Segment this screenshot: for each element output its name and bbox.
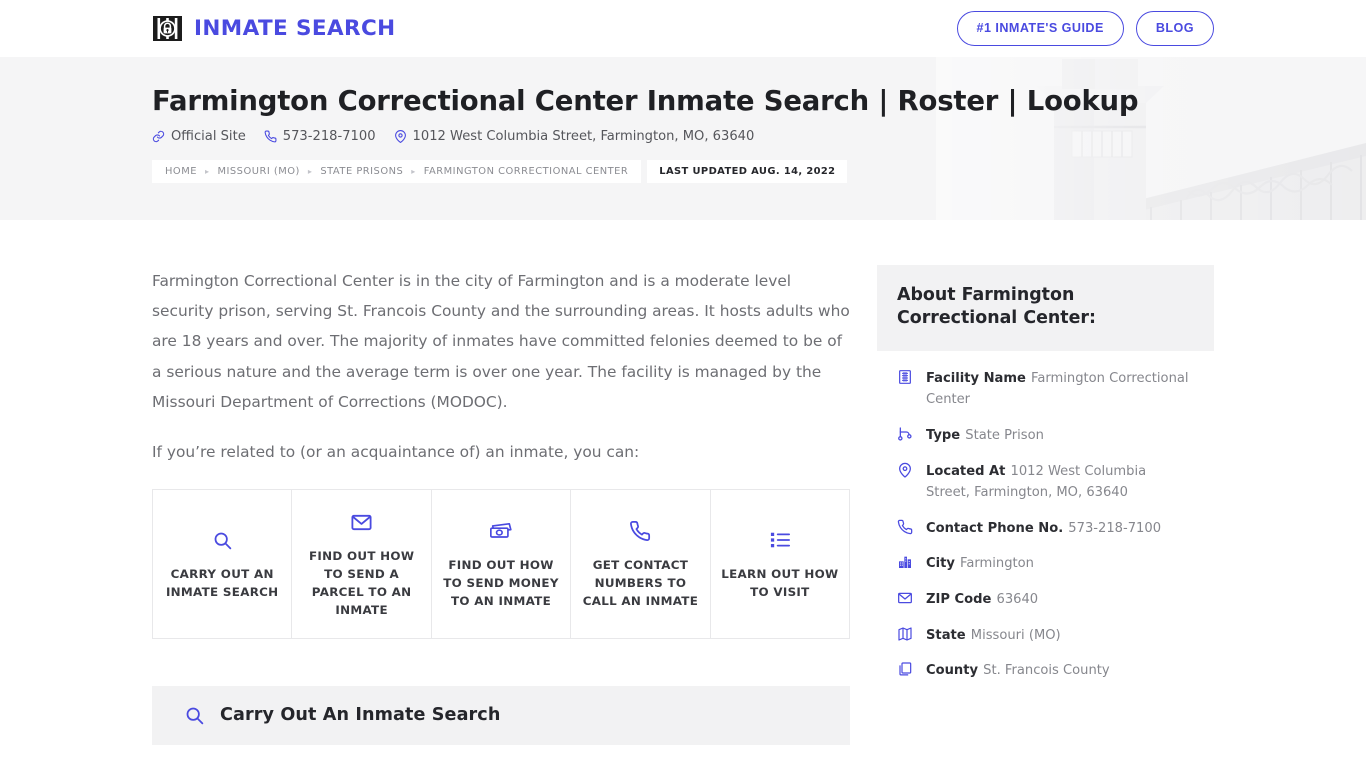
page-title: Farmington Correctional Center Inmate Se… xyxy=(152,85,1139,117)
breadcrumb-bar: HOME ▸ MISSOURI (MO) ▸ STATE PRISONS ▸ F… xyxy=(152,160,848,184)
phone-icon xyxy=(264,130,277,143)
brand-logo[interactable]: INMATE SEARCH xyxy=(152,13,396,44)
fact-value: 573-218-7100 xyxy=(1068,520,1162,536)
fact-facility-name: Facility Name Farmington Correctional Ce… xyxy=(897,367,1194,410)
map-icon xyxy=(897,624,915,646)
blog-button[interactable]: BLOG xyxy=(1135,11,1214,46)
about-card-body: Facility Name Farmington Correctional Ce… xyxy=(877,351,1214,705)
brand-name: INMATE SEARCH xyxy=(194,16,396,41)
map-pin-icon xyxy=(897,460,915,503)
action-card-label: CARRY OUT AN INMATE SEARCH xyxy=(165,567,279,600)
lead-in-paragraph: If you’re related to (or an acquaintance… xyxy=(152,442,640,461)
fact-key: Type xyxy=(926,427,961,443)
hero-section: Farmington Correctional Center Inmate Se… xyxy=(0,57,1366,220)
envelope-icon xyxy=(350,510,373,534)
action-card-visit[interactable]: LEARN OUT HOW TO VISIT xyxy=(710,490,850,638)
action-card-label: GET CONTACT NUMBERS TO CALL AN INMATE xyxy=(582,558,699,609)
action-card-grid: CARRY OUT AN INMATE SEARCH FIND OUT HOW … xyxy=(152,489,850,639)
top-actions: #1 INMATE'S GUIDE BLOG xyxy=(956,11,1214,46)
action-card-send-parcel[interactable]: FIND OUT HOW TO SEND A PARCEL TO AN INMA… xyxy=(292,490,432,638)
chevron-right-icon: ▸ xyxy=(204,167,210,177)
hero-phone-label: 573-218-7100 xyxy=(282,129,376,145)
intro-paragraph: Farmington Correctional Center is in the… xyxy=(152,272,850,411)
breadcrumb-item-state-prisons[interactable]: STATE PRISONS xyxy=(320,166,403,177)
building-icon xyxy=(897,367,915,410)
action-card-contact-numbers[interactable]: GET CONTACT NUMBERS TO CALL AN INMATE xyxy=(571,490,711,638)
fact-located-at: Located At 1012 West Columbia Street, Fa… xyxy=(897,460,1194,503)
action-card-label: FIND OUT HOW TO SEND A PARCEL TO AN INMA… xyxy=(308,549,415,618)
map-pin-icon xyxy=(394,130,407,144)
prison-bars-padlock-icon xyxy=(152,13,183,44)
breadcrumb: HOME ▸ MISSOURI (MO) ▸ STATE PRISONS ▸ F… xyxy=(152,160,642,184)
official-site-label: Official Site xyxy=(171,129,246,145)
breadcrumb-item-current: FARMINGTON CORRECTIONAL CENTER xyxy=(423,166,629,178)
fact-key: County xyxy=(926,663,979,679)
fact-key: ZIP Code xyxy=(926,592,992,608)
about-card-title: About Farmington Correctional Center: xyxy=(897,285,1096,329)
official-site-link[interactable]: Official Site xyxy=(152,129,246,144)
fact-value: State Prison xyxy=(965,427,1044,443)
fact-key: Contact Phone No. xyxy=(926,520,1064,536)
envelope-icon xyxy=(897,588,915,610)
about-card-header: About Farmington Correctional Center: xyxy=(877,265,1214,351)
chevron-right-icon: ▸ xyxy=(411,167,416,177)
hero-phone[interactable]: 573-218-7100 xyxy=(264,129,376,144)
hero-contact-meta: Official Site 573-218-7100 1012 West Col… xyxy=(152,129,1366,144)
fact-type: Type State Prison xyxy=(897,424,1194,446)
chevron-right-icon: ▸ xyxy=(307,167,313,177)
list-icon xyxy=(769,528,791,552)
page-body: Farmington Correctional Center is in the… xyxy=(0,220,1366,768)
hero-address: 1012 West Columbia Street, Farmington, M… xyxy=(394,129,755,145)
breadcrumb-item-home[interactable]: HOME xyxy=(165,166,197,177)
fact-key: City xyxy=(926,556,955,572)
fact-zip-code: ZIP Code 63640 xyxy=(897,588,1194,610)
fact-county: County St. Francois County xyxy=(897,659,1194,681)
link-icon xyxy=(152,130,165,143)
action-card-label: LEARN OUT HOW TO VISIT xyxy=(721,567,839,600)
fact-value: Farmington xyxy=(960,556,1034,572)
search-icon xyxy=(184,705,205,726)
main-content: Farmington Correctional Center is in the… xyxy=(152,220,850,768)
breadcrumb-item-missouri[interactable]: MISSOURI (MO) xyxy=(217,166,299,177)
top-navigation-bar: INMATE SEARCH #1 INMATE'S GUIDE BLOG xyxy=(0,0,1366,57)
fact-key: Facility Name xyxy=(926,370,1026,386)
last-updated-badge: LAST UPDATED AUG. 14, 2022 xyxy=(647,160,848,184)
section-title: Carry Out An Inmate Search xyxy=(220,705,501,725)
money-icon xyxy=(489,519,513,543)
fact-key: Located At xyxy=(926,463,1006,479)
section-header-inmate-search: Carry Out An Inmate Search xyxy=(152,685,850,745)
city-icon xyxy=(897,552,915,574)
fact-state: State Missouri (MO) xyxy=(897,624,1194,646)
about-facility-card: About Farmington Correctional Center: Fa… xyxy=(877,265,1214,706)
action-card-label: FIND OUT HOW TO SEND MONEY TO AN INMATE xyxy=(443,558,559,609)
fact-value: 63640 xyxy=(996,592,1039,608)
search-icon xyxy=(212,528,233,552)
fact-key: State xyxy=(926,627,966,643)
sidebar: About Farmington Correctional Center: Fa… xyxy=(877,220,1214,706)
copy-icon xyxy=(897,659,915,681)
fact-value: Missouri (MO) xyxy=(970,627,1061,643)
phone-icon xyxy=(897,517,915,539)
action-card-send-money[interactable]: FIND OUT HOW TO SEND MONEY TO AN INMATE xyxy=(431,490,572,638)
fact-contact-phone: Contact Phone No. 573-218-7100 xyxy=(897,517,1194,539)
fact-city: City Farmington xyxy=(897,552,1194,574)
hero-address-label: 1012 West Columbia Street, Farmington, M… xyxy=(412,129,755,145)
inmates-guide-button[interactable]: #1 INMATE'S GUIDE xyxy=(956,11,1124,46)
action-card-inmate-search[interactable]: CARRY OUT AN INMATE SEARCH xyxy=(153,490,293,638)
type-icon xyxy=(897,424,915,446)
phone-icon xyxy=(629,519,651,543)
fact-value: St. Francois County xyxy=(983,663,1110,679)
